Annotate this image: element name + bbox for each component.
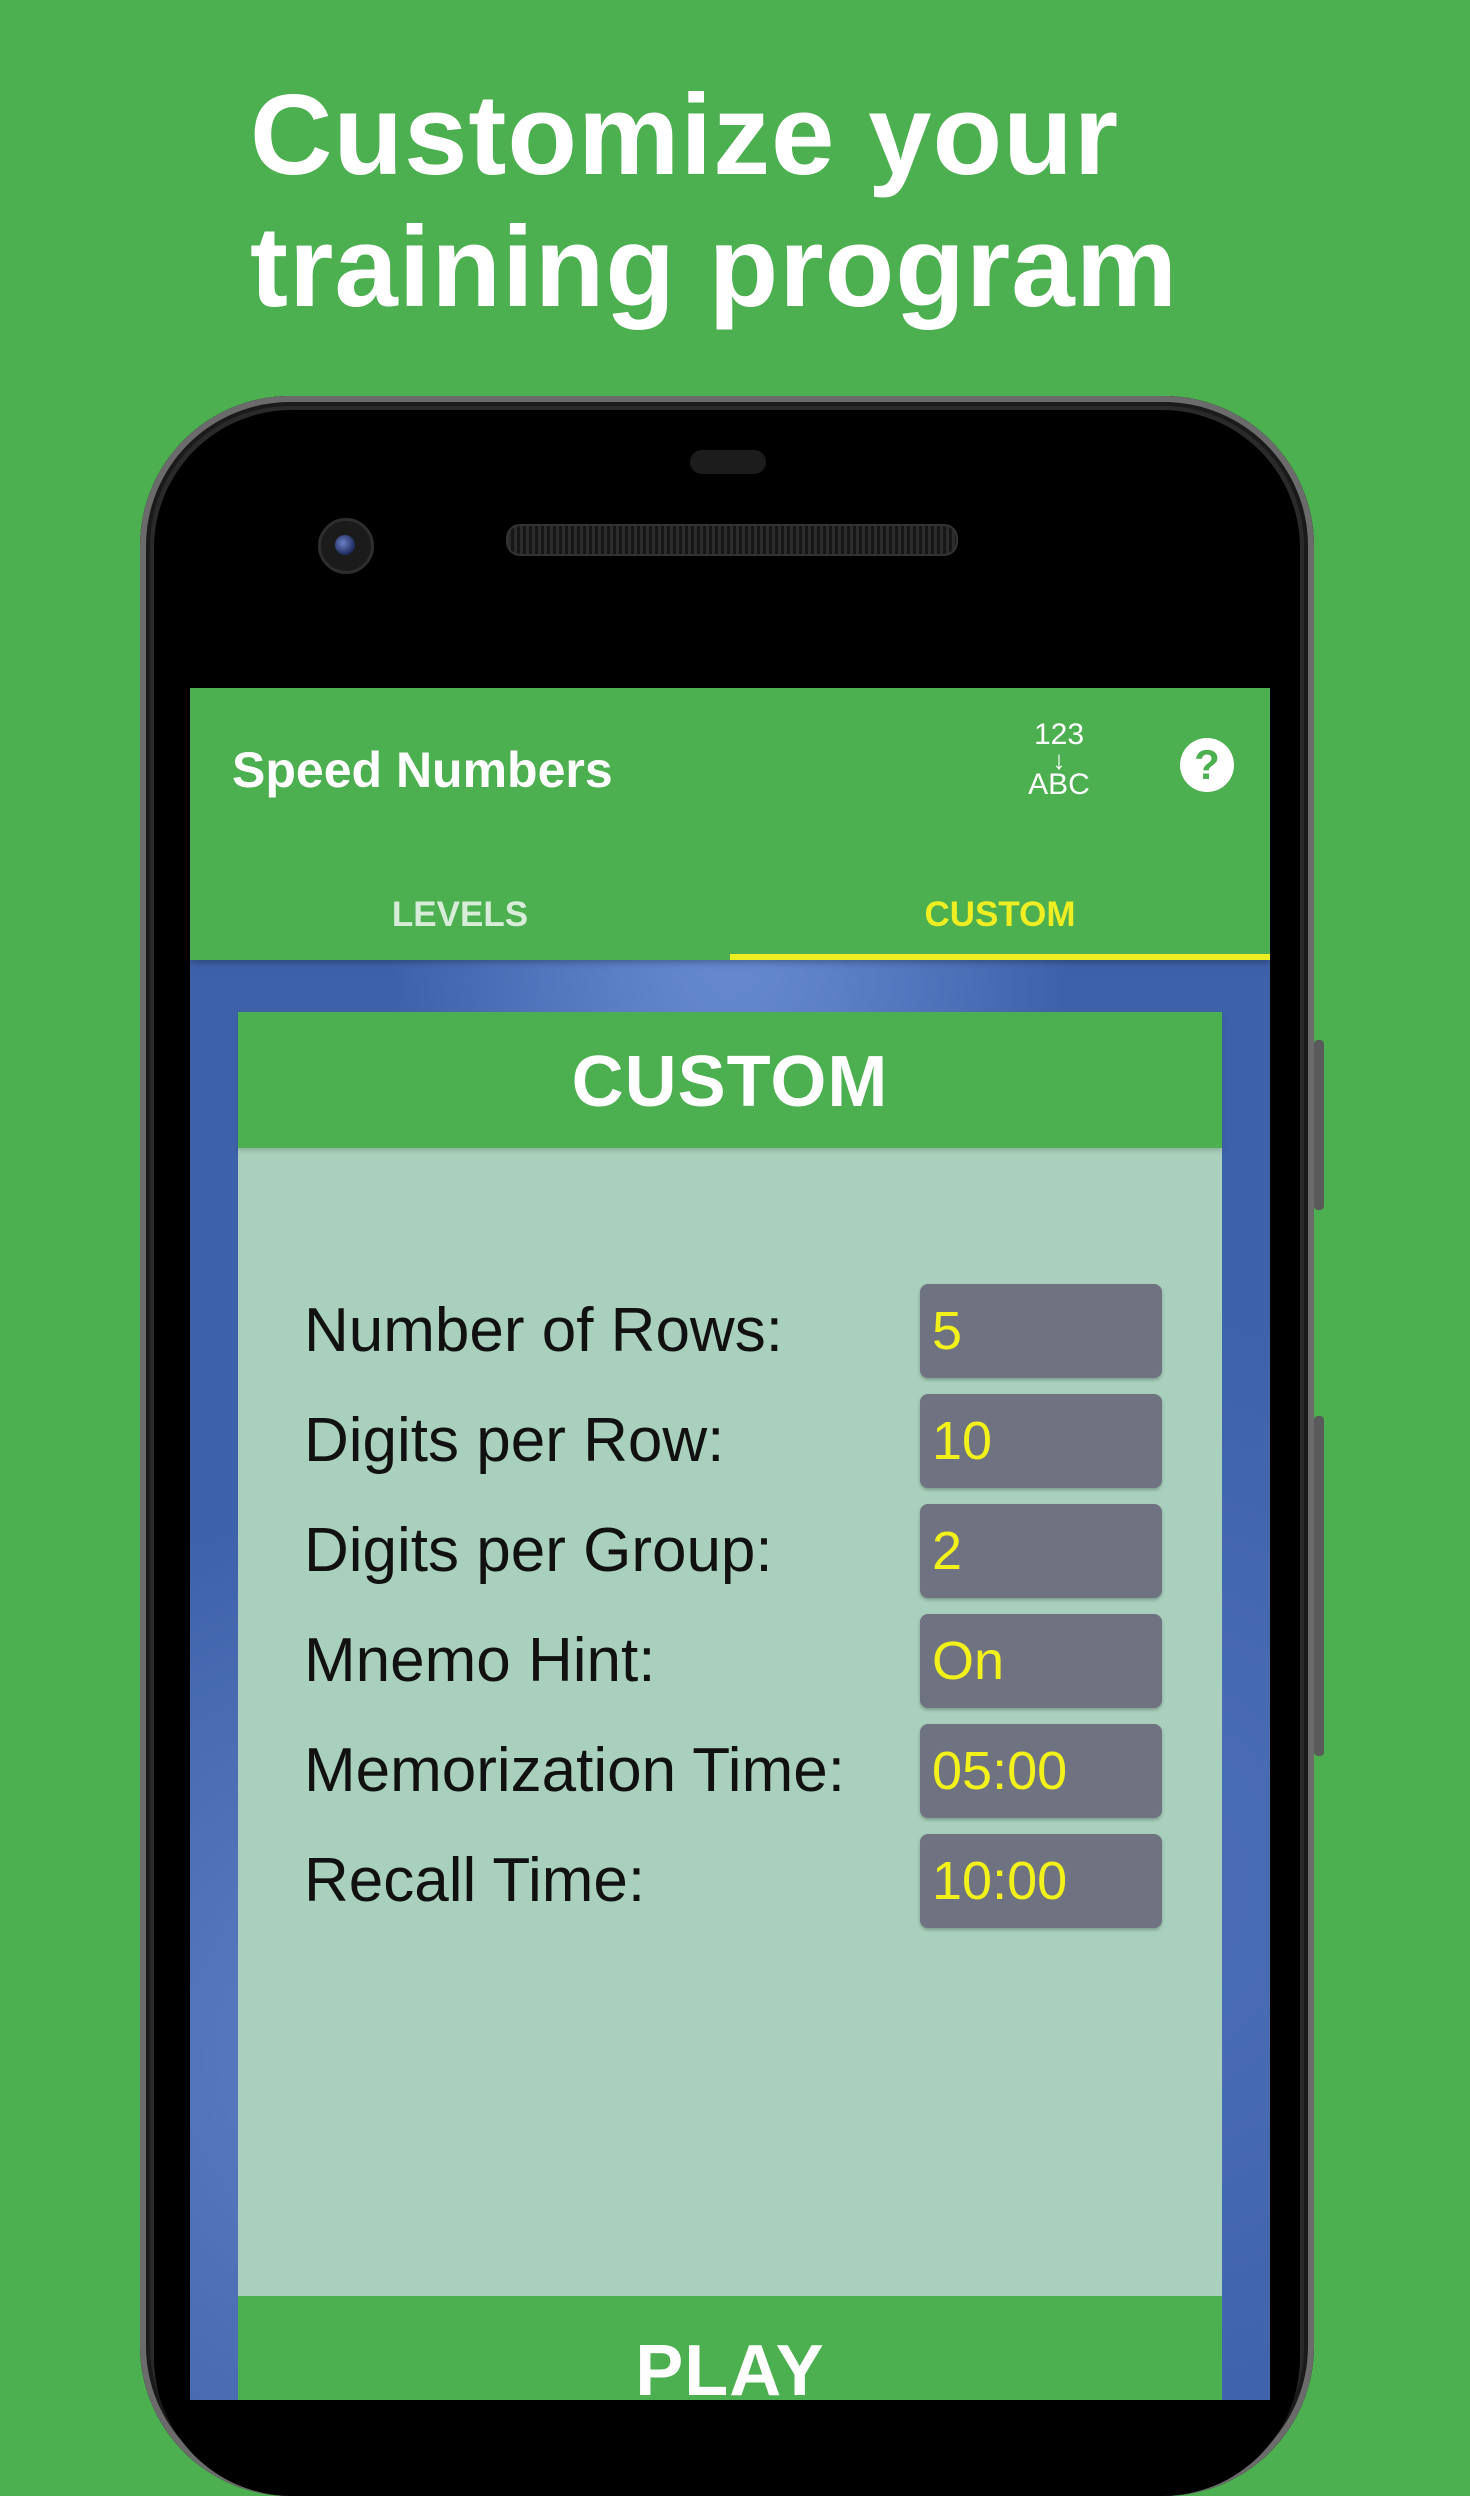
custom-settings-card: CUSTOM Number of Rows: 5 Digits per Row:…	[238, 1012, 1222, 2400]
promo-headline-line-2: training program	[250, 204, 1179, 331]
tab-custom[interactable]: CUSTOM	[730, 872, 1270, 958]
setting-value-digits-per-group[interactable]: 2	[920, 1504, 1162, 1598]
number-to-letters-icon[interactable]: 123 ↓ ABC	[1016, 720, 1102, 820]
app-bar: Speed Numbers 123 ↓ ABC ? LEVELS CUSTOM	[190, 688, 1270, 960]
setting-label-memorization-time: Memorization Time:	[304, 1736, 845, 1805]
promo-headline-line-1: Customize your	[250, 72, 1120, 199]
tab-selected-indicator	[730, 954, 1270, 960]
phone-sensor	[690, 450, 766, 474]
setting-value-rows[interactable]: 5	[920, 1284, 1162, 1378]
setting-value-memorization-time[interactable]: 05:00	[920, 1724, 1162, 1818]
phone-volume-button	[1314, 1416, 1324, 1756]
phone-power-button	[1314, 1040, 1324, 1210]
phone-speaker-grill	[506, 524, 958, 556]
setting-label-digits-per-group: Digits per Group:	[304, 1516, 773, 1585]
sort-icon-letters: ABC	[1028, 768, 1090, 801]
setting-label-mnemo-hint: Mnemo Hint:	[304, 1626, 656, 1695]
setting-value-digits-per-row[interactable]: 10	[920, 1394, 1162, 1488]
setting-value-mnemo-hint[interactable]: On	[920, 1614, 1162, 1708]
setting-label-recall-time: Recall Time:	[304, 1846, 646, 1915]
app-title: Speed Numbers	[232, 742, 613, 798]
tab-levels[interactable]: LEVELS	[190, 872, 730, 958]
play-button[interactable]: PLAY	[238, 2296, 1222, 2400]
card-title: CUSTOM	[238, 1012, 1222, 1148]
help-icon[interactable]: ?	[1180, 738, 1234, 792]
setting-value-recall-time[interactable]: 10:00	[920, 1834, 1162, 1928]
app-screen: Speed Numbers 123 ↓ ABC ? LEVELS CUSTOM …	[190, 688, 1270, 2400]
sort-icon-arrow: ↓	[1052, 745, 1066, 775]
promo-headline: Customize your training program	[250, 70, 1350, 334]
setting-label-digits-per-row: Digits per Row:	[304, 1406, 725, 1475]
setting-label-rows: Number of Rows:	[304, 1296, 783, 1365]
front-camera-icon	[318, 518, 374, 574]
